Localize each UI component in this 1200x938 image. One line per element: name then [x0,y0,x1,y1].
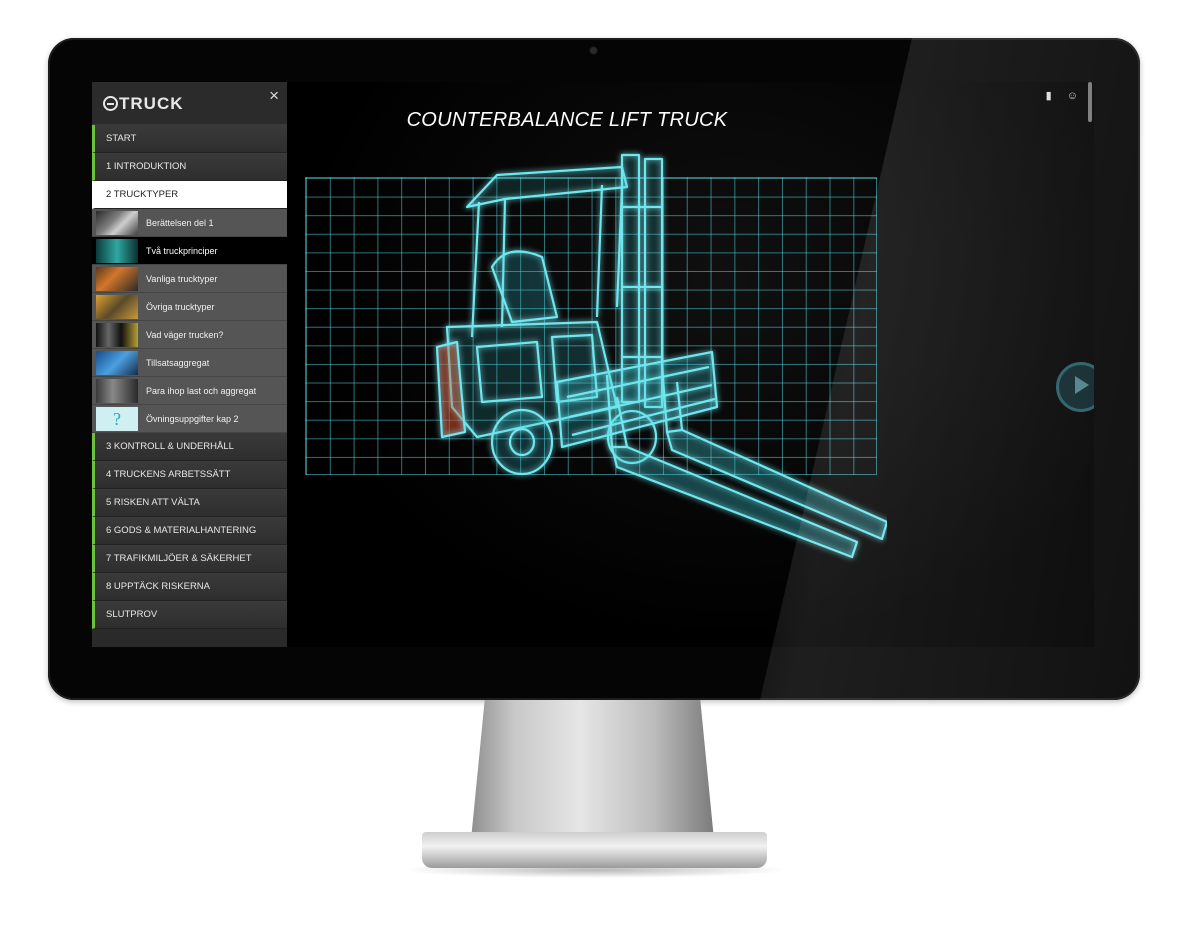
sub-item-label: Övningsuppgifter kap 2 [146,414,239,424]
sub-item-list: Berättelsen del 1 Två truckprinciper Van… [92,209,287,433]
nav-item-label: 1 INTRODUKTION [106,161,187,172]
etruck-logo[interactable]: TRUCK [103,94,184,114]
nav-item-label: 7 TRAFIKMILJÖER & SÄKERHET [106,553,252,564]
sub-item-para-ihop[interactable]: Para ihop last och aggregat [92,377,287,405]
nav-item-label: 6 GODS & MATERIALHANTERING [106,525,257,536]
sub-item-label: Vanliga trucktyper [146,274,218,284]
nav-item-arbetssatt[interactable]: 4 TRUCKENS ARBETSSÄTT [92,461,287,489]
thumbnail-truck-icon [96,239,138,263]
sidebar-header: TRUCK × [92,82,287,125]
nav-item-gods[interactable]: 6 GODS & MATERIALHANTERING [92,517,287,545]
nav-item-label: 8 UPPTÄCK RISKERNA [106,581,210,592]
nav-item-label: 5 RISKEN ATT VÄLTA [106,497,200,508]
sub-item-ovningsuppgifter[interactable]: ? Övningsuppgifter kap 2 [92,405,287,433]
screen: TRUCK × START 1 INTRODUKTION 2 TRUCKTYPE… [92,82,1094,647]
user-icon[interactable]: ☺ [1067,90,1078,102]
scrollbar[interactable] [1088,82,1092,122]
nav-item-label: START [106,133,137,144]
nav-item-kontroll[interactable]: 3 KONTROLL & UNDERHÅLL [92,433,287,461]
sub-item-label: Två truckprinciper [146,246,218,256]
e-logo-icon [103,96,118,111]
chapter-list: START 1 INTRODUKTION 2 TRUCKTYPER [92,125,287,209]
thumbnail-scene-icon [96,211,138,235]
nav-item-label: 4 TRUCKENS ARBETSSÄTT [106,469,231,480]
chapter-list-after: 3 KONTROLL & UNDERHÅLL 4 TRUCKENS ARBETS… [92,433,287,629]
sub-item-label: Para ihop last och aggregat [146,386,257,396]
nav-item-upptack[interactable]: 8 UPPTÄCK RISKERNA [92,573,287,601]
content-area: COUNTERBALANCE LIFT TRUCK ▮ ☺ [287,82,1094,647]
sub-item-label: Berättelsen del 1 [146,218,214,228]
nav-item-trafikmiljoer[interactable]: 7 TRAFIKMILJÖER & SÄKERHET [92,545,287,573]
sub-item-ovriga-trucktyper[interactable]: Övriga trucktyper [92,293,287,321]
nav-item-introduktion[interactable]: 1 INTRODUKTION [92,153,287,181]
nav-item-trucktyper[interactable]: 2 TRUCKTYPER [92,181,287,209]
thumbnail-loads-icon [96,379,138,403]
sub-item-label: Tillsatsaggregat [146,358,210,368]
page-title: COUNTERBALANCE LIFT TRUCK [406,109,728,131]
thumbnail-trucks-icon [96,295,138,319]
monitor-base [422,832,767,868]
top-toolbar: ▮ ☺ [1034,89,1078,102]
nav-item-slutprov[interactable]: SLUTPROV [92,601,287,629]
nav-item-start[interactable]: START [92,125,287,153]
sub-item-tva-truckprinciper[interactable]: Två truckprinciper [92,237,287,265]
question-mark-icon: ? [96,407,138,431]
nav-item-label: 2 TRUCKTYPER [106,189,179,200]
logo-text: TRUCK [119,94,184,113]
next-slide-button[interactable] [1056,362,1094,412]
nav-item-risken[interactable]: 5 RISKEN ATT VÄLTA [92,489,287,517]
sub-item-vanliga-trucktyper[interactable]: Vanliga trucktyper [92,265,287,293]
thumbnail-weight-icon [96,323,138,347]
forklift-illustration [435,153,887,559]
sub-item-label: Övriga trucktyper [146,302,215,312]
thumbnail-attachment-icon [96,351,138,375]
sub-item-vad-vager-trucken[interactable]: Vad väger trucken? [92,321,287,349]
sub-item-label: Vad väger trucken? [146,330,224,340]
monitor-stand [470,700,715,850]
nav-item-label: 3 KONTROLL & UNDERHÅLL [106,441,234,452]
camera-icon [590,47,597,54]
sub-item-berattelsen[interactable]: Berättelsen del 1 [92,209,287,237]
close-icon[interactable]: × [269,86,279,106]
sidebar: TRUCK × START 1 INTRODUKTION 2 TRUCKTYPE… [92,82,287,647]
thumbnail-orange-truck-icon [96,267,138,291]
nav-item-label: SLUTPROV [106,609,158,620]
sub-item-tillsatsaggregat[interactable]: Tillsatsaggregat [92,349,287,377]
book-icon[interactable]: ▮ [1046,90,1052,102]
